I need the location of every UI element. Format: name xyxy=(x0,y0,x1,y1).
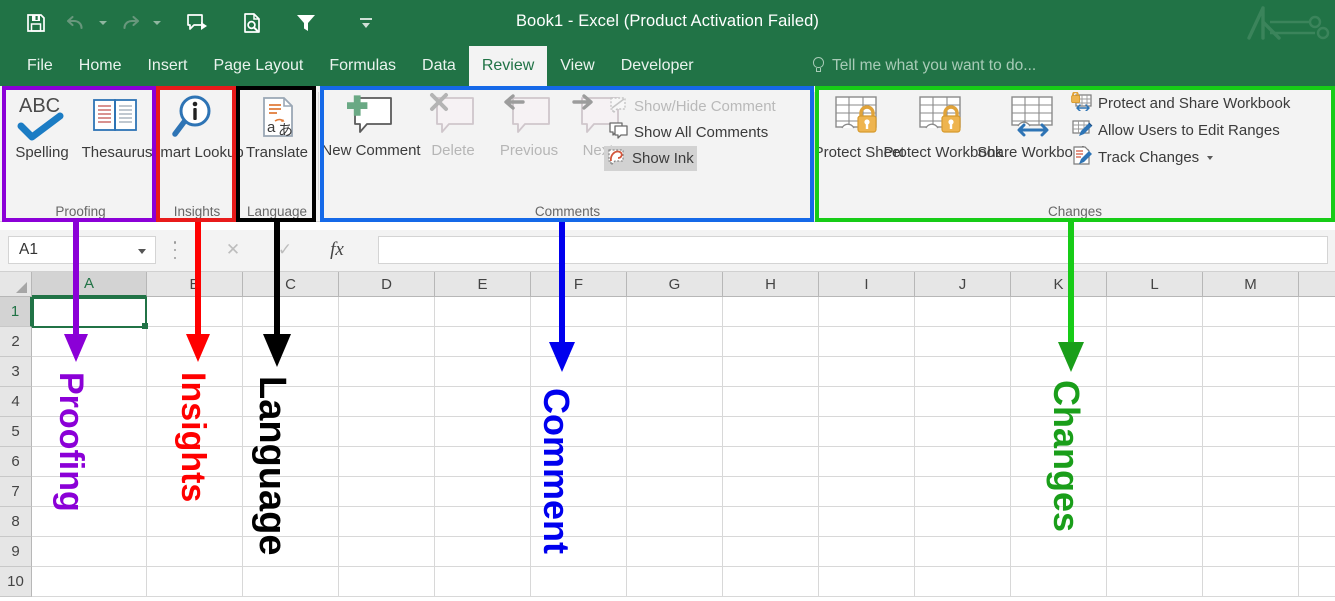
ribbon-group-changes: Protect Sheet Protect Workbook Share Wor… xyxy=(814,86,1333,222)
ribbon-tabs: File Home Insert Page Layout Formulas Da… xyxy=(14,46,707,86)
ribbon-tab-strip: File Home Insert Page Layout Formulas Da… xyxy=(0,46,1335,86)
show-ink-label: Show Ink xyxy=(632,150,694,167)
share-workbook-icon xyxy=(1004,92,1062,142)
annotation-label-changes: Changes xyxy=(1046,380,1087,533)
annotation-label-language: Language xyxy=(251,376,293,556)
delete-comment-label: Delete xyxy=(431,142,475,159)
new-comment-button[interactable]: New Comment xyxy=(321,92,421,160)
comment-x-icon xyxy=(425,92,481,140)
show-all-comments-label: Show All Comments xyxy=(634,124,769,141)
language-group-label: Language xyxy=(246,204,308,219)
tab-data[interactable]: Data xyxy=(409,46,469,86)
tab-insert[interactable]: Insert xyxy=(134,46,200,86)
show-ink-icon xyxy=(607,148,627,170)
previous-comment-button[interactable]: Previous xyxy=(488,92,570,160)
show-hide-comment-label: Show/Hide Comment xyxy=(634,98,776,115)
new-comment-label: New Comment xyxy=(321,142,421,159)
track-changes-icon xyxy=(1071,146,1093,169)
svg-text:あ: あ xyxy=(278,122,293,139)
abc-check-icon: ABC xyxy=(15,92,69,142)
title-bar: Book1 - Excel (Product Activation Failed… xyxy=(0,0,1335,46)
thesaurus-button[interactable]: Thesaurus xyxy=(78,92,156,162)
share-workbook-button[interactable]: Share Workbook xyxy=(977,92,1089,162)
tab-developer[interactable]: Developer xyxy=(608,46,707,86)
spelling-button[interactable]: ABC Spelling xyxy=(6,92,78,162)
proofing-group-label: Proofing xyxy=(55,204,106,219)
tab-review[interactable]: Review xyxy=(468,46,548,86)
tell-me-search[interactable]: Tell me what you want to do... xyxy=(812,46,1036,86)
tab-home[interactable]: Home xyxy=(66,46,135,86)
tab-file[interactable]: File xyxy=(14,46,66,86)
svg-text:a: a xyxy=(267,119,276,136)
ribbon: ABC Spelling Thesaurus Proofing Smart Lo… xyxy=(0,86,1335,222)
track-changes-dropdown-icon[interactable] xyxy=(1207,155,1214,160)
window-title: Book1 - Excel (Product Activation Failed… xyxy=(515,12,820,30)
show-all-comments-button[interactable]: Show All Comments xyxy=(606,120,771,145)
smart-lookup-label-1: Smart Lookup xyxy=(150,144,244,161)
tab-view[interactable]: View xyxy=(547,46,607,86)
svg-text:ABC: ABC xyxy=(19,95,60,117)
group-divider xyxy=(814,92,815,200)
spelling-label: Spelling xyxy=(15,144,69,161)
comment-left-icon xyxy=(501,92,557,140)
smart-lookup-button[interactable]: Smart Lookup xyxy=(150,92,244,162)
previous-comment-label: Previous xyxy=(499,142,559,159)
annotation-label-insights: Insights xyxy=(174,372,212,503)
comment-plus-icon xyxy=(343,92,399,140)
ribbon-group-language: a あ Translate Language xyxy=(238,86,316,222)
insights-group-label: Insights xyxy=(173,204,221,219)
tab-formulas[interactable]: Formulas xyxy=(316,46,409,86)
show-ink-button[interactable]: Show Ink xyxy=(604,146,697,171)
allow-edit-ranges-icon xyxy=(1071,119,1093,142)
tab-page-layout[interactable]: Page Layout xyxy=(200,46,316,86)
protect-workbook-icon xyxy=(914,92,972,142)
group-divider xyxy=(237,92,238,200)
ribbon-group-insights: Smart Lookup Insights xyxy=(150,86,244,222)
tell-me-placeholder: Tell me what you want to do... xyxy=(832,57,1037,74)
allow-users-to-edit-ranges-label: Allow Users to Edit Ranges xyxy=(1098,122,1280,139)
protect-share-workbook-icon xyxy=(1071,91,1093,115)
group-divider xyxy=(156,92,157,200)
protect-and-share-workbook-button[interactable]: Protect and Share Workbook xyxy=(1068,91,1293,116)
translate-button[interactable]: a あ Translate xyxy=(238,92,316,162)
delete-comment-button[interactable]: Delete xyxy=(416,92,490,160)
translate-icon: a あ xyxy=(252,92,302,142)
magnifier-info-icon xyxy=(171,92,223,142)
book-icon xyxy=(90,92,144,142)
show-hide-comment-button[interactable]: Show/Hide Comment xyxy=(606,94,779,119)
annotation-label-proofing: Proofing xyxy=(52,372,90,512)
show-hide-comment-icon xyxy=(609,96,629,118)
show-all-comments-icon xyxy=(609,121,629,144)
thesaurus-label: Thesaurus xyxy=(81,144,153,161)
changes-group-label: Changes xyxy=(1047,204,1103,219)
ribbon-group-proofing: ABC Spelling Thesaurus Proofing xyxy=(4,86,157,222)
group-divider xyxy=(318,92,319,200)
allow-users-to-edit-ranges-button[interactable]: Allow Users to Edit Ranges xyxy=(1068,118,1283,143)
comments-group-label: Comments xyxy=(534,204,601,219)
lightbulb-icon xyxy=(812,57,825,75)
protect-and-share-workbook-label: Protect and Share Workbook xyxy=(1098,95,1291,112)
protect-sheet-icon xyxy=(830,92,888,142)
annotation-label-comment: Comment xyxy=(536,388,577,555)
ribbon-group-comments: New Comment Delete Previous Next Show/Hi… xyxy=(321,86,813,222)
track-changes-button[interactable]: Track Changes xyxy=(1068,145,1216,170)
translate-label: Translate xyxy=(246,144,308,161)
excel-window: Book1 - Excel (Product Activation Failed… xyxy=(0,0,1335,601)
track-changes-label: Track Changes xyxy=(1098,149,1200,166)
